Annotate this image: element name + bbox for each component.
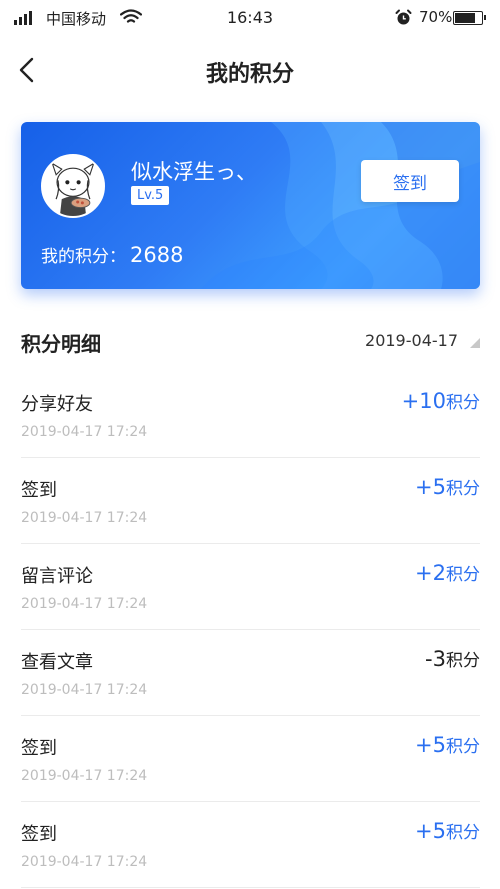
record-points: +10积分	[402, 388, 480, 413]
battery-level-fill	[455, 13, 475, 23]
section-title: 积分明细	[21, 332, 101, 356]
record-points: +5积分	[415, 818, 480, 843]
points-record-list: 分享好友 2019-04-17 17:24 +10积分 签到 2019-04-17 17…	[21, 372, 480, 888]
record-points: +2积分	[415, 560, 480, 585]
record-points-value: +5	[415, 475, 446, 499]
list-item[interactable]: 查看文章 2019-04-17 17:24 -3积分	[21, 630, 480, 716]
record-points-value: -3	[425, 647, 446, 671]
record-points-unit: 积分	[446, 479, 480, 499]
record-time: 2019-04-17 17:24	[21, 596, 148, 612]
record-points-unit: 积分	[446, 823, 480, 843]
username: 似水浮生っ、	[131, 160, 257, 184]
record-title: 分享好友	[21, 394, 93, 415]
record-title: 查看文章	[21, 652, 93, 673]
record-points: +5积分	[415, 474, 480, 499]
list-item[interactable]: 签到 2019-04-17 17:24 +5积分	[21, 716, 480, 802]
record-points-value: +5	[415, 733, 446, 757]
record-points: +5积分	[415, 732, 480, 757]
avatar-illustration	[43, 156, 103, 216]
record-title: 签到	[21, 824, 57, 845]
dropdown-caret-icon[interactable]	[470, 338, 480, 348]
alarm-icon	[395, 9, 412, 25]
status-bar: 中国移动 16:43 70%	[0, 0, 500, 36]
date-filter[interactable]: 2019-04-17	[365, 331, 458, 350]
list-item[interactable]: 留言评论 2019-04-17 17:24 +2积分	[21, 544, 480, 630]
record-points-value: +5	[415, 819, 446, 843]
record-time: 2019-04-17 17:24	[21, 424, 148, 440]
navbar: 我的积分	[0, 36, 500, 104]
points-label: 我的积分：	[41, 247, 126, 267]
points-value: 2688	[130, 243, 184, 267]
record-time: 2019-04-17 17:24	[21, 682, 148, 698]
record-points: -3积分	[425, 646, 480, 671]
record-points-value: +10	[401, 389, 446, 413]
battery-icon	[453, 11, 486, 25]
points-summary: 我的积分： 2688	[41, 242, 183, 267]
record-time: 2019-04-17 17:24	[21, 768, 148, 784]
record-points-unit: 积分	[446, 651, 480, 671]
list-item[interactable]: 签到 2019-04-17 17:24 +5积分	[21, 458, 480, 544]
record-title: 签到	[21, 738, 57, 759]
record-points-unit: 积分	[446, 565, 480, 585]
record-time: 2019-04-17 17:24	[21, 510, 148, 526]
record-points-value: +2	[415, 561, 446, 585]
points-card: 似水浮生っ、 Lv.5 签到 我的积分： 2688	[21, 122, 480, 289]
page-title: 我的积分	[205, 62, 294, 87]
avatar[interactable]	[41, 154, 105, 218]
list-item[interactable]: 分享好友 2019-04-17 17:24 +10积分	[21, 372, 480, 458]
record-title: 留言评论	[21, 566, 93, 587]
level-badge: Lv.5	[131, 186, 170, 205]
record-time: 2019-04-17 17:24	[21, 854, 148, 870]
points-detail-header: 积分明细 2019-04-17	[21, 326, 480, 358]
record-points-unit: 积分	[446, 737, 480, 757]
list-item[interactable]: 签到 2019-04-17 17:24 +5积分	[21, 802, 480, 888]
record-title: 签到	[21, 480, 57, 501]
signin-button[interactable]: 签到	[361, 160, 459, 202]
battery-percentage: 70%	[419, 8, 453, 26]
record-points-unit: 积分	[446, 393, 480, 413]
